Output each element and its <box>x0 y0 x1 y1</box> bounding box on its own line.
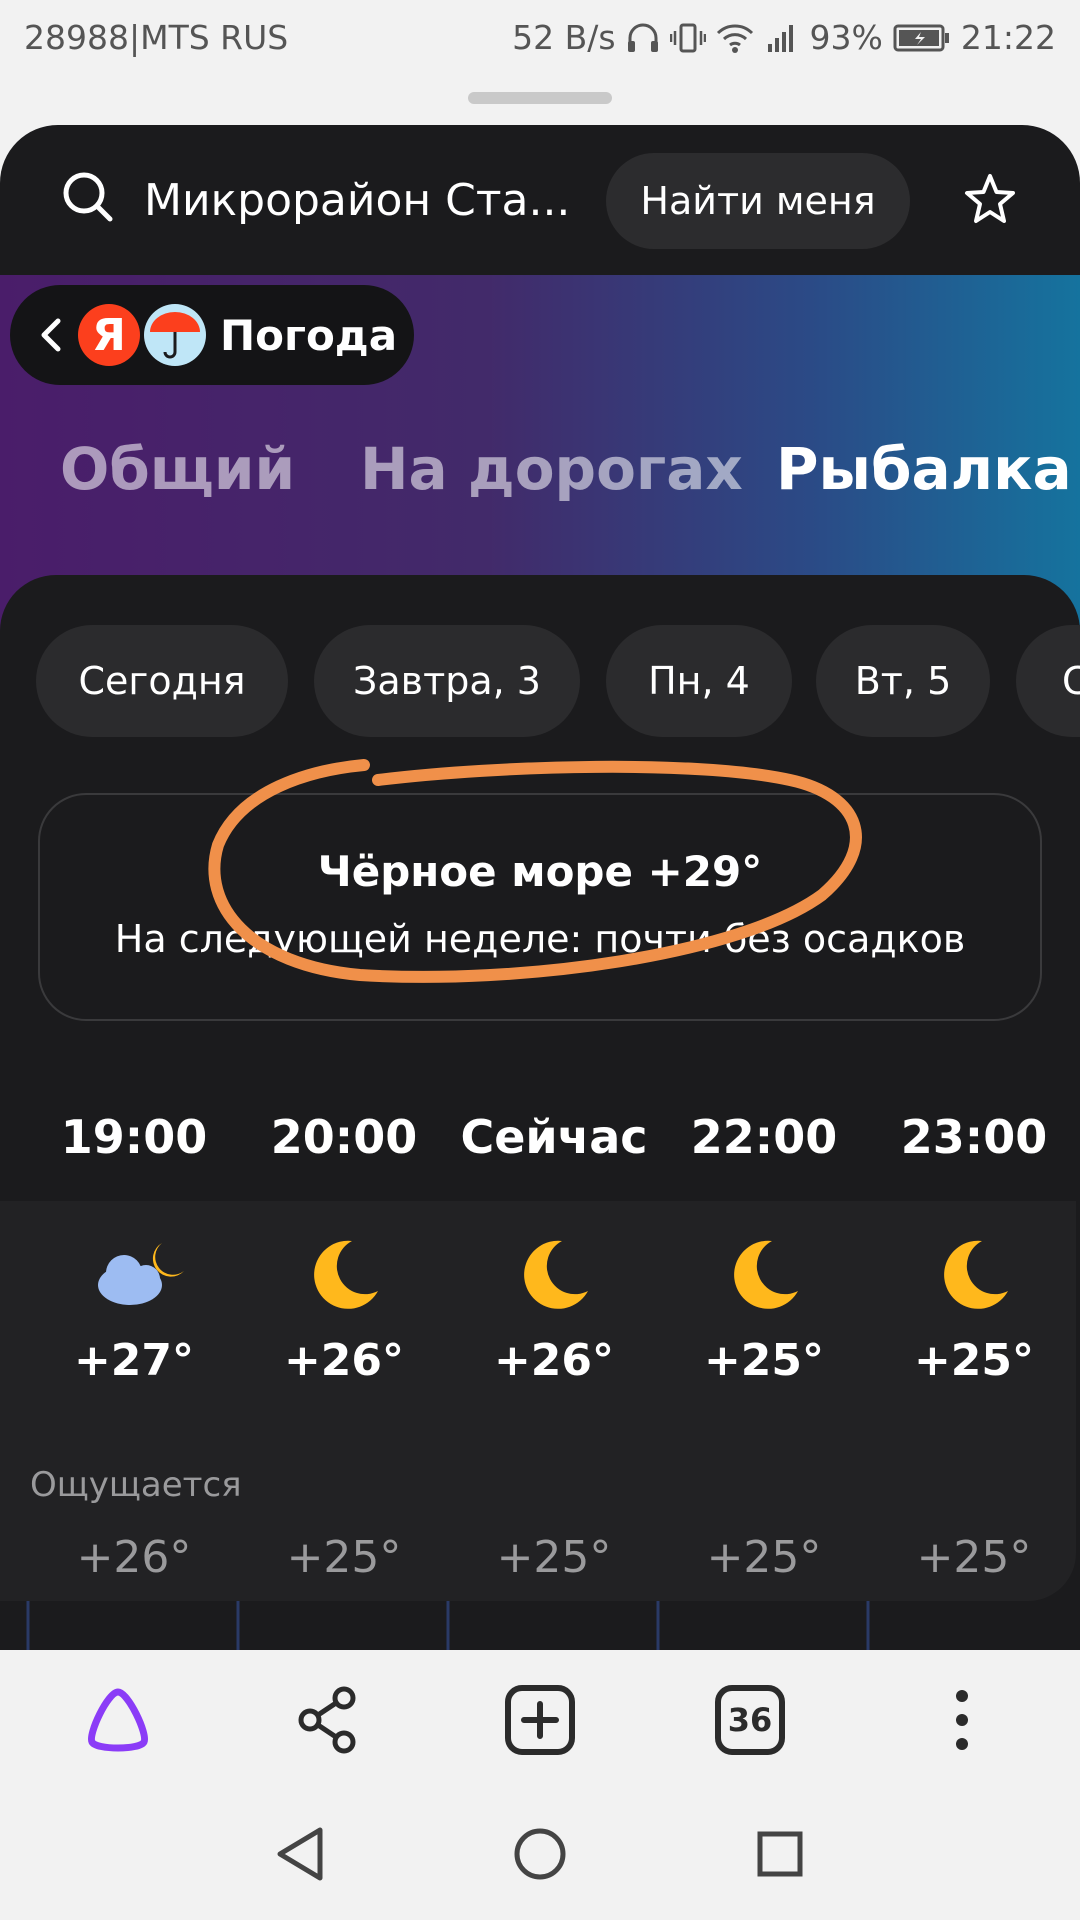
hour-time: 19:00 <box>60 1110 208 1164</box>
new-tab-icon[interactable] <box>504 1684 576 1756</box>
status-icons: 52 B/s 93% 21:22 <box>512 18 1056 57</box>
moon-icon <box>314 1240 378 1309</box>
search-bar: Микрорайон Ста... Найти меня <box>0 125 1080 275</box>
alice-icon[interactable] <box>82 1684 154 1756</box>
day-chip-tomorrow[interactable]: Завтра, 3 <box>314 625 580 737</box>
hour-time: 20:00 <box>270 1110 418 1164</box>
browser-toolbar: 36 <box>0 1650 1080 1794</box>
wifi-icon <box>716 23 753 53</box>
status-bar: 28988|MTS RUS 52 B/s 93% 21:22 <box>0 0 1080 78</box>
hour-temperature: +26° <box>283 1335 405 1386</box>
partly-cloudy-night-icon <box>98 1243 184 1305</box>
location-search-text[interactable]: Микрорайон Ста... <box>144 175 570 226</box>
day-chip-tue[interactable]: Вт, 5 <box>816 625 990 737</box>
share-icon[interactable] <box>292 1684 364 1756</box>
find-me-button[interactable]: Найти меня <box>606 153 910 249</box>
hour-time: 22:00 <box>690 1110 838 1164</box>
tabs-counter-icon[interactable]: 36 <box>714 1684 786 1756</box>
headphones-icon <box>627 23 658 52</box>
tab-general[interactable]: Общий <box>60 435 295 503</box>
day-chip-today[interactable]: Сегодня <box>36 625 288 737</box>
moon-icon <box>944 1240 1008 1309</box>
more-icon[interactable] <box>926 1684 998 1756</box>
tab-fishing[interactable]: Рыбалка <box>776 435 1072 503</box>
nav-home-icon[interactable] <box>512 1824 568 1884</box>
tab-roads[interactable]: На дорогах <box>360 435 743 503</box>
day-chip-next[interactable]: С <box>1016 625 1080 737</box>
hour-feels-like: +25° <box>286 1532 402 1583</box>
umbrella-logo-icon <box>144 304 206 366</box>
hour-temperature: +25° <box>703 1335 825 1386</box>
sea-temperature-card[interactable]: Чёрное море +29° На следующей неделе: по… <box>38 793 1042 1021</box>
day-chip-mon[interactable]: Пн, 4 <box>606 625 792 737</box>
mode-tabs: Общий На дорогах Рыбалка <box>0 435 1080 535</box>
net-speed: 52 B/s <box>512 18 616 57</box>
hour-feels-like: +25° <box>496 1532 612 1583</box>
hour-feels-like: +26° <box>76 1532 192 1583</box>
sea-title: Чёрное море +29° <box>317 847 763 896</box>
hour-feels-like: +25° <box>916 1532 1032 1583</box>
screen: 28988|MTS RUS 52 B/s 93% 21:22 Микрорайо… <box>0 0 1080 1920</box>
signal-icon <box>767 24 793 52</box>
clock: 21:22 <box>960 18 1056 57</box>
hour-time: 23:00 <box>900 1110 1048 1164</box>
sheet-drag-handle[interactable] <box>468 92 612 104</box>
forecast-content: Сегодня Завтра, 3 Пн, 4 Вт, 5 С Чёрное м… <box>0 575 1080 1685</box>
hour-time-now: Сейчас <box>460 1110 648 1164</box>
nav-recents-icon[interactable] <box>752 1824 808 1884</box>
tabs-count: 36 <box>727 1701 773 1739</box>
feels-like-label: Ощущается <box>30 1465 242 1505</box>
search-icon[interactable] <box>60 169 116 225</box>
sea-subtitle: На следующей неделе: почти без осадков <box>114 917 966 961</box>
yandex-logo: Я <box>78 304 140 366</box>
back-icon[interactable] <box>38 315 64 355</box>
hour-feels-like: +25° <box>706 1532 822 1583</box>
moon-icon <box>524 1240 588 1309</box>
back-to-yandex-weather[interactable]: Я Погода <box>10 285 414 385</box>
star-icon[interactable] <box>960 170 1020 230</box>
moon-icon <box>734 1240 798 1309</box>
battery-percent: 93% <box>809 18 883 57</box>
hour-temperature: +25° <box>913 1335 1035 1386</box>
carrier-label: 28988|MTS RUS <box>24 18 289 57</box>
hour-temperature: +27° <box>73 1335 195 1386</box>
hour-temperature: +26° <box>493 1335 615 1386</box>
nav-back-icon[interactable] <box>272 1824 328 1884</box>
brand-title: Погода <box>220 310 398 360</box>
weather-sheet: Микрорайон Ста... Найти меня Я Погода Об… <box>0 125 1080 1685</box>
system-nav-bar <box>0 1794 1080 1920</box>
battery-icon <box>893 24 949 51</box>
vibrate-icon <box>669 23 706 52</box>
